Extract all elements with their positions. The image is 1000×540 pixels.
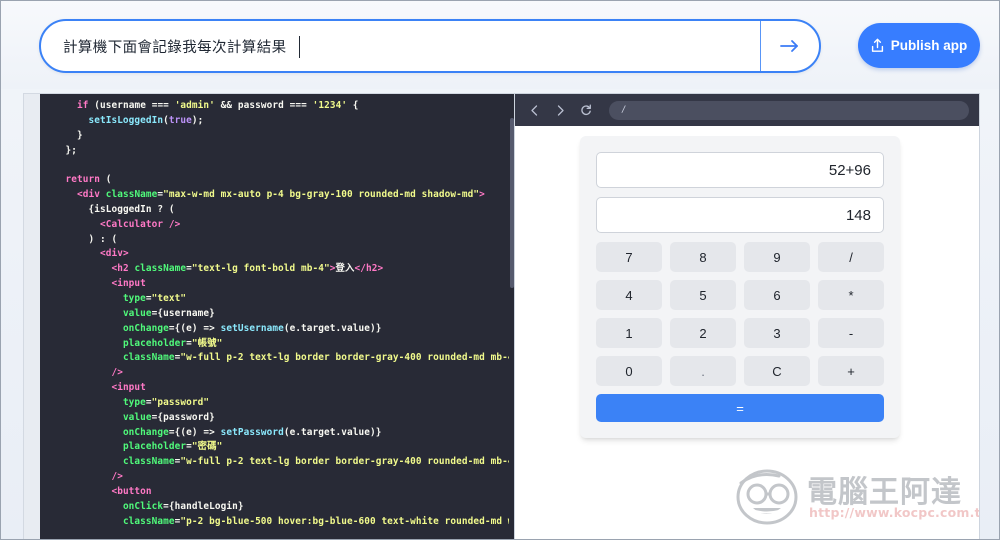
calculator-key-minus[interactable]: - [818, 318, 884, 348]
site-watermark: 電腦王阿達 http://www.kocpc.com.tw [735, 463, 979, 530]
code-line: <div> [99, 248, 129, 260]
publish-app-button[interactable]: Publish app [858, 23, 980, 68]
calculator-keypad: 7 8 9 / 4 5 6 * 1 2 3- 0. C + [596, 242, 884, 386]
input-divider [760, 19, 761, 73]
calculator-key-multiply[interactable]: * [818, 280, 884, 310]
calculator-equals-button[interactable]: = [596, 394, 884, 422]
code-line: value={password} [122, 411, 215, 423]
calculator-result-display: 148 [596, 197, 884, 233]
code-line: ) : ( [54, 233, 118, 245]
code-line: return ( [65, 174, 112, 186]
code-line: }; [54, 144, 77, 156]
calculator-key-5[interactable]: 5 [670, 280, 736, 310]
code-line: onChange={(e) => setUsername(e.target.va… [122, 322, 382, 334]
arrow-right-icon [780, 38, 800, 54]
code-line: className="w-full p-2 text-lg border bor… [122, 456, 515, 468]
calculator-app: 52+96 148 7 8 9 / 4 5 6 * 1 2 3- 0. C + = [580, 136, 900, 438]
code-line: className="w-full p-2 text-lg border bor… [122, 352, 515, 364]
code-line: <input [111, 278, 146, 290]
code-line: setIsLoggedIn(true); [88, 114, 204, 126]
chevron-right-icon[interactable] [551, 101, 569, 119]
prompt-input-container[interactable] [39, 19, 821, 73]
prompt-toolbar: Publish app [1, 1, 999, 89]
calculator-key-3[interactable]: 3 [744, 318, 810, 348]
code-line: <div className="max-w-md mx-auto p-4 bg-… [76, 189, 485, 201]
code-line: {isLoggedIn ? ( [54, 203, 175, 215]
code-content: if (username === 'admin' && password ===… [40, 94, 515, 529]
code-line: } [54, 129, 83, 141]
code-line: placeholder="帳號" [122, 337, 223, 349]
code-line: <h2 className="text-lg font-bold mb-4">登… [111, 263, 384, 275]
preview-viewport: 52+96 148 7 8 9 / 4 5 6 * 1 2 3- 0. C + = 電… [515, 126, 979, 539]
app-window: Publish app if (username === 'admin' && … [0, 0, 1000, 540]
calculator-key-0[interactable]: 0 [596, 356, 662, 386]
publish-app-label: Publish app [890, 38, 968, 53]
code-line: <input [111, 382, 146, 394]
calculator-key-4[interactable]: 4 [596, 280, 662, 310]
prompt-input[interactable] [41, 21, 760, 71]
code-line: placeholder="密碼" [122, 441, 223, 453]
calculator-key-plus[interactable]: + [818, 356, 884, 386]
calculator-expression: 52+96 [828, 161, 871, 179]
calculator-key-decimal[interactable]: . [670, 356, 736, 386]
calculator-key-divide[interactable]: / [818, 242, 884, 272]
calculator-key-6[interactable]: 6 [744, 280, 810, 310]
code-line: if (username === 'admin' && password ===… [76, 100, 359, 111]
calculator-result: 148 [845, 206, 871, 224]
calculator-key-C[interactable]: C [744, 356, 810, 386]
code-line: className="p-2 bg-blue-500 hover:bg-blue… [122, 515, 515, 527]
preview-url-text: / [621, 105, 627, 115]
preview-url-bar[interactable]: / [609, 100, 969, 120]
code-line: onChange={(e) => setPassword(e.target.va… [122, 426, 382, 438]
code-line: <button [111, 485, 152, 497]
chevron-left-icon[interactable] [525, 101, 543, 119]
calculator-key-8[interactable]: 8 [670, 242, 736, 272]
code-line: type="password" [122, 396, 210, 408]
code-editor[interactable]: if (username === 'admin' && password ===… [40, 94, 515, 539]
app-preview-panel: / 52+96 148 789 / 456 * 123- 0. C + = [514, 93, 980, 539]
calculator-key-1[interactable]: 1 [596, 318, 662, 348]
reload-icon[interactable] [577, 101, 595, 119]
code-editor-panel: if (username === 'admin' && password ===… [23, 93, 515, 539]
code-line: /> [111, 471, 123, 483]
text-caret [299, 36, 300, 58]
calculator-key-9[interactable]: 9 [744, 242, 810, 272]
code-line: type="text" [122, 292, 187, 304]
code-line: <Calculator /> [99, 218, 181, 230]
code-line: /> [111, 367, 123, 379]
workspace: if (username === 'admin' && password ===… [1, 89, 999, 539]
calculator-key-2[interactable]: 2 [670, 318, 736, 348]
watermark-url: http://www.kocpc.com.tw [809, 505, 979, 520]
calculator-expression-display: 52+96 [596, 152, 884, 188]
calculator-key-7[interactable]: 7 [596, 242, 662, 272]
code-line: onClick={handleLogin} [122, 500, 244, 512]
code-line: value={username} [122, 307, 215, 319]
submit-prompt-button[interactable] [761, 21, 819, 71]
preview-browser-bar: / [515, 94, 979, 126]
upload-share-icon [871, 38, 884, 53]
watermark-title: 電腦王阿達 [807, 475, 962, 510]
mascot-face-icon [735, 467, 803, 530]
